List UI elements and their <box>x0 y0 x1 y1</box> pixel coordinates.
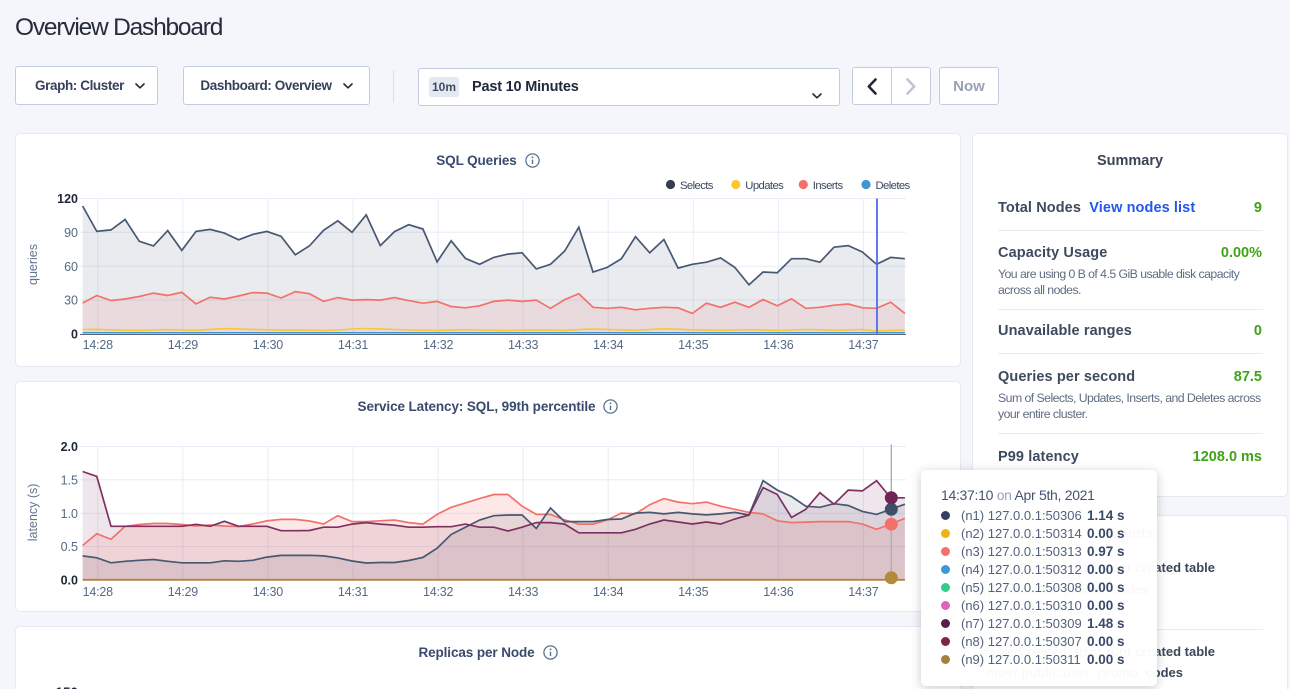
svg-text:60: 60 <box>64 260 78 274</box>
svg-text:Selects: Selects <box>680 180 714 192</box>
svg-text:14:28: 14:28 <box>83 585 114 599</box>
svg-text:14:36: 14:36 <box>763 338 794 352</box>
svg-text:Updates: Updates <box>745 180 784 192</box>
svg-text:14:36: 14:36 <box>763 585 794 599</box>
svg-text:0.0: 0.0 <box>61 574 78 588</box>
svg-text:0: 0 <box>71 328 78 342</box>
svg-text:14:35: 14:35 <box>678 338 709 352</box>
svg-text:30: 30 <box>64 294 78 308</box>
svg-text:1.0: 1.0 <box>61 507 78 521</box>
svg-text:0.5: 0.5 <box>61 540 78 554</box>
svg-text:14:28: 14:28 <box>83 338 114 352</box>
svg-text:14:31: 14:31 <box>338 338 369 352</box>
svg-text:14:33: 14:33 <box>508 338 539 352</box>
svg-text:14:32: 14:32 <box>423 585 454 599</box>
svg-text:14:37: 14:37 <box>848 338 879 352</box>
svg-text:14:34: 14:34 <box>593 338 624 352</box>
svg-text:90: 90 <box>64 226 78 240</box>
svg-text:latency (s): latency (s) <box>26 484 40 542</box>
svg-text:14:31: 14:31 <box>338 585 369 599</box>
svg-text:14:34: 14:34 <box>593 585 624 599</box>
svg-text:14:29: 14:29 <box>168 585 199 599</box>
svg-text:1.5: 1.5 <box>61 474 78 488</box>
svg-text:Inserts: Inserts <box>813 180 844 192</box>
svg-text:14:35: 14:35 <box>678 585 709 599</box>
svg-text:120: 120 <box>57 192 78 206</box>
svg-text:Deletes: Deletes <box>876 180 911 192</box>
svg-text:14:37: 14:37 <box>848 585 879 599</box>
svg-text:14:32: 14:32 <box>423 338 454 352</box>
svg-text:14:29: 14:29 <box>168 338 199 352</box>
svg-text:2.0: 2.0 <box>61 440 78 454</box>
svg-text:14:33: 14:33 <box>508 585 539 599</box>
svg-text:queries: queries <box>26 244 40 285</box>
svg-text:14:30: 14:30 <box>253 585 284 599</box>
svg-text:14:30: 14:30 <box>253 338 284 352</box>
